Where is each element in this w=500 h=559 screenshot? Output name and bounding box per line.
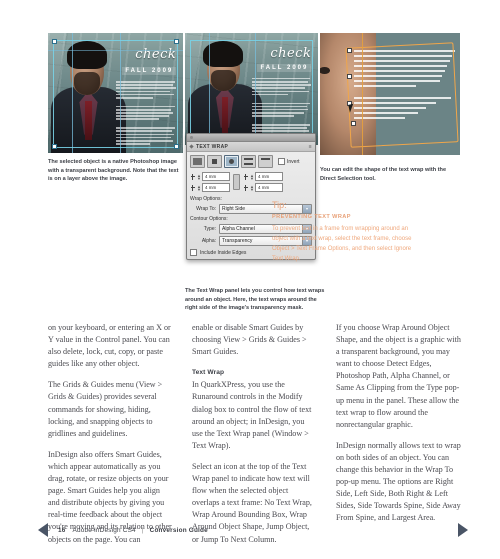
offset-right-input[interactable]: 4 mm (255, 183, 283, 192)
offset-left-input[interactable]: 4 mm (255, 172, 283, 181)
tip-heading: Tip: (272, 200, 287, 210)
figure-b: check FALL 2009 TEXT WRAP ≡ Invert ▲ ▼ 4… (185, 33, 324, 311)
figure-a: check FALL 2009 The selected object is a… (48, 33, 183, 184)
tip-subheading: PREVENTING TEXT WRAP (272, 214, 351, 220)
offset-top-input[interactable]: 4 mm (202, 172, 230, 181)
paragraph: enable or disable Smart Guides by choosi… (192, 323, 307, 357)
page-number: 16 (58, 526, 66, 534)
contour-alpha-value: Transparency (222, 238, 253, 244)
section-heading-text-wrap: Text Wrap (192, 369, 225, 377)
column-2: enable or disable Smart Guides by choosi… (192, 322, 316, 555)
panel-close-icon[interactable] (190, 136, 193, 139)
figure-a-screenshot: check FALL 2009 (48, 33, 183, 153)
offset-top-icon (190, 173, 196, 180)
paragraph: The Grids & Guides menu (View > Grids & … (48, 380, 163, 438)
path-node[interactable] (346, 74, 352, 80)
product-name: Adobe InDesign CS4 (72, 526, 136, 534)
contour-type-value: Alpha Channel (222, 226, 255, 232)
figure-c-caption: You can edit the shape of the text wrap … (320, 167, 447, 182)
tip-body: To prevent text in a frame from wrapping… (272, 226, 412, 262)
column-1: on your keyboard, or entering an X or Y … (48, 322, 172, 555)
include-inside-edges-checkbox[interactable] (190, 249, 197, 256)
figure-c: You can edit the shape of the text wrap … (320, 33, 460, 182)
document-name: Conversion Guide (149, 526, 208, 534)
figure-a-caption: The selected object is a native Photosho… (48, 159, 179, 183)
closeup-photo (320, 33, 460, 155)
invert-option[interactable]: Invert (278, 158, 300, 165)
offset-left-row[interactable]: ▲ ▼ 4 mm (243, 172, 283, 181)
next-page-arrow-icon[interactable] (458, 523, 468, 537)
wrap-around-object-shape-icon[interactable] (224, 155, 239, 168)
eye-detail (320, 66, 330, 74)
offset-bottom-stepper[interactable]: ▲ ▼ (197, 184, 201, 191)
panel-titlebar[interactable] (187, 134, 315, 142)
offset-top-row[interactable]: ▲ ▼ 4 mm (190, 172, 230, 181)
offset-bottom-icon (190, 184, 196, 191)
panel-menu-icon[interactable]: ≡ (309, 144, 312, 150)
previous-page-arrow-icon[interactable] (38, 523, 48, 537)
paragraph: InDesign normally allows text to wrap on… (336, 440, 461, 523)
paragraph: If you choose Wrap Around Object Shape, … (336, 323, 461, 429)
panel-diamond-icon (189, 144, 194, 149)
contour-type-label: Type: (203, 226, 216, 232)
panel-tab-label: TEXT WRAP (196, 143, 229, 150)
offset-right-icon (243, 184, 249, 191)
offset-right-row[interactable]: ▲ ▼ 4 mm (243, 183, 283, 192)
offset-left-stepper[interactable]: ▲ ▼ (250, 173, 254, 180)
wrap-to-label: Wrap To: (196, 206, 216, 212)
panel-tab-text-wrap[interactable]: TEXT WRAP ≡ (187, 142, 315, 152)
wrap-around-bounding-box-icon[interactable] (207, 155, 222, 168)
contour-alpha-label: Alpha: (201, 238, 216, 244)
offset-bottom-row[interactable]: ▲ ▼ 4 mm (190, 183, 230, 192)
footer: 16 Adobe InDesign CS4 | Conversion Guide (38, 523, 208, 537)
invert-label: Invert (287, 158, 300, 165)
paragraph: In QuarkXPress, you use the Runaround co… (192, 380, 312, 450)
include-inside-edges-label: Include Inside Edges (200, 249, 247, 256)
jump-to-next-column-icon[interactable] (258, 155, 273, 168)
figure-b-caption: The Text Wrap panel lets you control how… (185, 288, 325, 312)
paragraph: Select an icon at the top of the Text Wr… (192, 461, 312, 544)
offset-bottom-input[interactable]: 4 mm (202, 183, 230, 192)
wrap-mode-icon-row: Invert (190, 155, 312, 168)
path-node[interactable] (350, 120, 356, 126)
jump-object-icon[interactable] (241, 155, 256, 168)
offset-right-stepper[interactable]: ▲ ▼ (250, 184, 254, 191)
path-node[interactable] (346, 47, 352, 53)
page-canvas: check FALL 2009 The selected object is a… (0, 0, 500, 559)
figure-b-screenshot: check FALL 2009 (185, 33, 318, 145)
footer-text: 16 Adobe InDesign CS4 | Conversion Guide (58, 527, 208, 534)
offset-fields: ▲ ▼ 4 mm ▲ ▼ 4 mm ▲ ▼ 4 mm ▲ ▼ 4 mm (190, 172, 312, 192)
tip-box: Tip: PREVENTING TEXT WRAP To prevent tex… (272, 200, 412, 264)
offset-left-icon (243, 173, 249, 180)
paragraph: on your keyboard, or entering an X or Y … (48, 323, 171, 369)
column-3: If you choose Wrap Around Object Shape, … (336, 322, 466, 534)
no-text-wrap-icon[interactable] (190, 155, 205, 168)
wrap-to-value: Right Side (222, 206, 246, 212)
offset-top-stepper[interactable]: ▲ ▼ (197, 173, 201, 180)
link-offsets-icon[interactable] (233, 174, 240, 190)
footer-separator: | (141, 526, 144, 534)
invert-checkbox[interactable] (278, 158, 285, 165)
figure-c-screenshot (320, 33, 460, 155)
